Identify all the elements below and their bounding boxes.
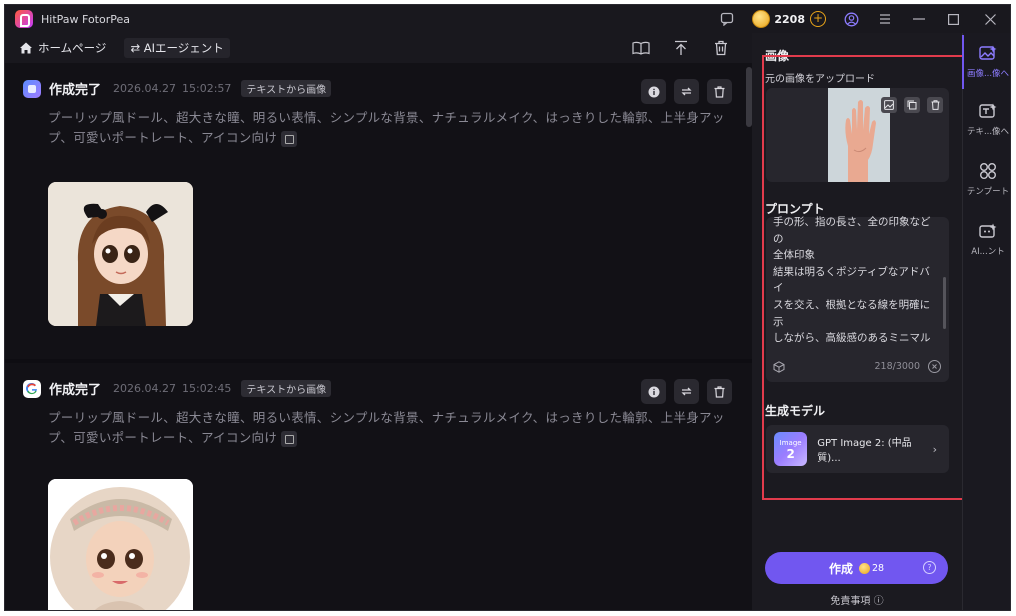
disclaimer-link[interactable]: 免責事項 ⓘ	[752, 592, 962, 607]
account-icon[interactable]	[834, 5, 868, 33]
info-icon	[648, 386, 659, 397]
minimize-icon[interactable]	[902, 5, 936, 33]
mode-tag: テキストから画像	[241, 380, 332, 397]
credits-balance[interactable]: 2208 +	[748, 8, 830, 30]
coin-icon	[858, 562, 870, 574]
card-time: 15:02:45	[182, 382, 232, 395]
main-toolbar: ホームページ ⇄ AIエージェント	[5, 33, 752, 63]
trash-all-icon[interactable]	[710, 37, 732, 59]
generated-image-doll-1[interactable]	[48, 182, 193, 326]
create-cost: 28	[871, 562, 885, 574]
app-title: HitPaw FotorPea	[41, 12, 130, 26]
mode-tag: テキストから画像	[241, 80, 332, 97]
copy-icon[interactable]	[281, 430, 298, 447]
delete-button[interactable]	[707, 379, 732, 404]
menu-icon[interactable]	[868, 5, 902, 33]
home-label: ホームページ	[38, 41, 107, 55]
close-icon[interactable]	[970, 5, 1010, 33]
scroll-top-icon[interactable]	[670, 37, 692, 59]
maximize-icon[interactable]	[936, 5, 970, 33]
coin-icon	[752, 10, 771, 28]
image-to-image-icon	[978, 43, 998, 63]
add-credits-icon[interactable]: +	[810, 11, 826, 27]
book-icon[interactable]	[630, 37, 652, 59]
rail-item-image-to-image[interactable]: 画像...像へ	[962, 35, 1010, 89]
rail-item-template[interactable]: テンプート	[963, 153, 1010, 207]
refresh-icon	[681, 387, 692, 396]
model-avatar-icon	[23, 79, 41, 98]
rail-item-text-to-image[interactable]: テキ...像へ	[963, 93, 1010, 147]
rail-item-ai-agent[interactable]: AI...ント	[963, 213, 1010, 267]
card-date: 2026.04.27	[113, 82, 176, 95]
result-card: 作成完了 2026.04.27 15:02:57 テキストから画像 プーリップ風…	[5, 63, 752, 359]
ai-agent-button[interactable]: ⇄ AIエージェント	[124, 38, 230, 58]
trash-icon	[714, 85, 725, 98]
prompt-text: プーリップ風ドール、超大きな瞳、明るい表情、シンプルな背景、ナチュラルメイク、は…	[48, 410, 725, 445]
card-prompt: プーリップ風ドール、超大きな瞳、明るい表情、シンプルな背景、ナチュラルメイク、は…	[48, 408, 738, 448]
ai-agent-icon	[978, 221, 998, 241]
home-button[interactable]: ホームページ	[19, 40, 106, 56]
regenerate-button[interactable]	[674, 379, 699, 404]
card-time: 15:02:57	[182, 82, 232, 95]
refresh-icon	[681, 87, 692, 96]
card-status: 作成完了	[49, 383, 102, 398]
text-to-image-icon	[978, 101, 998, 121]
trash-icon	[714, 385, 725, 398]
rail-label: テキ...像へ	[966, 127, 1010, 137]
active-indicator	[962, 35, 964, 89]
create-button[interactable]: 作成 28 ?	[765, 552, 948, 584]
card-prompt: プーリップ風ドール、超大きな瞳、明るい表情、シンプルな背景、ナチュラルメイク、は…	[48, 108, 738, 148]
help-icon[interactable]: ?	[923, 561, 936, 574]
feedback-icon[interactable]	[710, 5, 744, 33]
title-bar: HitPaw FotorPea 2208 +	[5, 5, 1010, 33]
prompt-text: プーリップ風ドール、超大きな瞳、明るい表情、シンプルな背景、ナチュラルメイク、は…	[48, 110, 725, 145]
copy-icon[interactable]	[281, 130, 298, 147]
app-logo-icon	[15, 10, 33, 28]
result-card: 作成完了 2026.04.27 15:02:45 テキストから画像 プーリップ風…	[5, 363, 752, 610]
generation-panel: 画像 元の画像をアップロード プロンプト 手の形、指の長さ、全の印象などの 全体…	[752, 33, 970, 610]
ai-agent-label: ⇄ AIエージェント	[130, 41, 224, 55]
regenerate-button[interactable]	[674, 79, 699, 104]
highlight-box	[762, 55, 970, 500]
rail-label: 画像...像へ	[966, 69, 1010, 79]
template-icon	[978, 161, 998, 181]
rail-label: AI...ント	[971, 247, 1005, 257]
mode-rail: 画像...像へ テキ...像へ テンプート AI...ント	[962, 33, 1010, 610]
credits-count: 2208	[774, 12, 805, 26]
google-g-icon	[23, 379, 41, 398]
results-feed[interactable]: 作成完了 2026.04.27 15:02:57 テキストから画像 プーリップ風…	[5, 63, 752, 610]
create-label: 作成	[828, 561, 853, 576]
card-date: 2026.04.27	[113, 382, 176, 395]
info-button[interactable]	[641, 379, 666, 404]
card-status: 作成完了	[49, 83, 102, 98]
home-icon	[20, 42, 32, 54]
generated-image-doll-2[interactable]	[48, 479, 193, 610]
rail-label: テンプート	[966, 187, 1010, 197]
info-button[interactable]	[641, 79, 666, 104]
app-window: HitPaw FotorPea 2208 + ホームページ ⇄ AIエージェント…	[4, 4, 1011, 611]
delete-button[interactable]	[707, 79, 732, 104]
info-icon	[648, 86, 659, 97]
